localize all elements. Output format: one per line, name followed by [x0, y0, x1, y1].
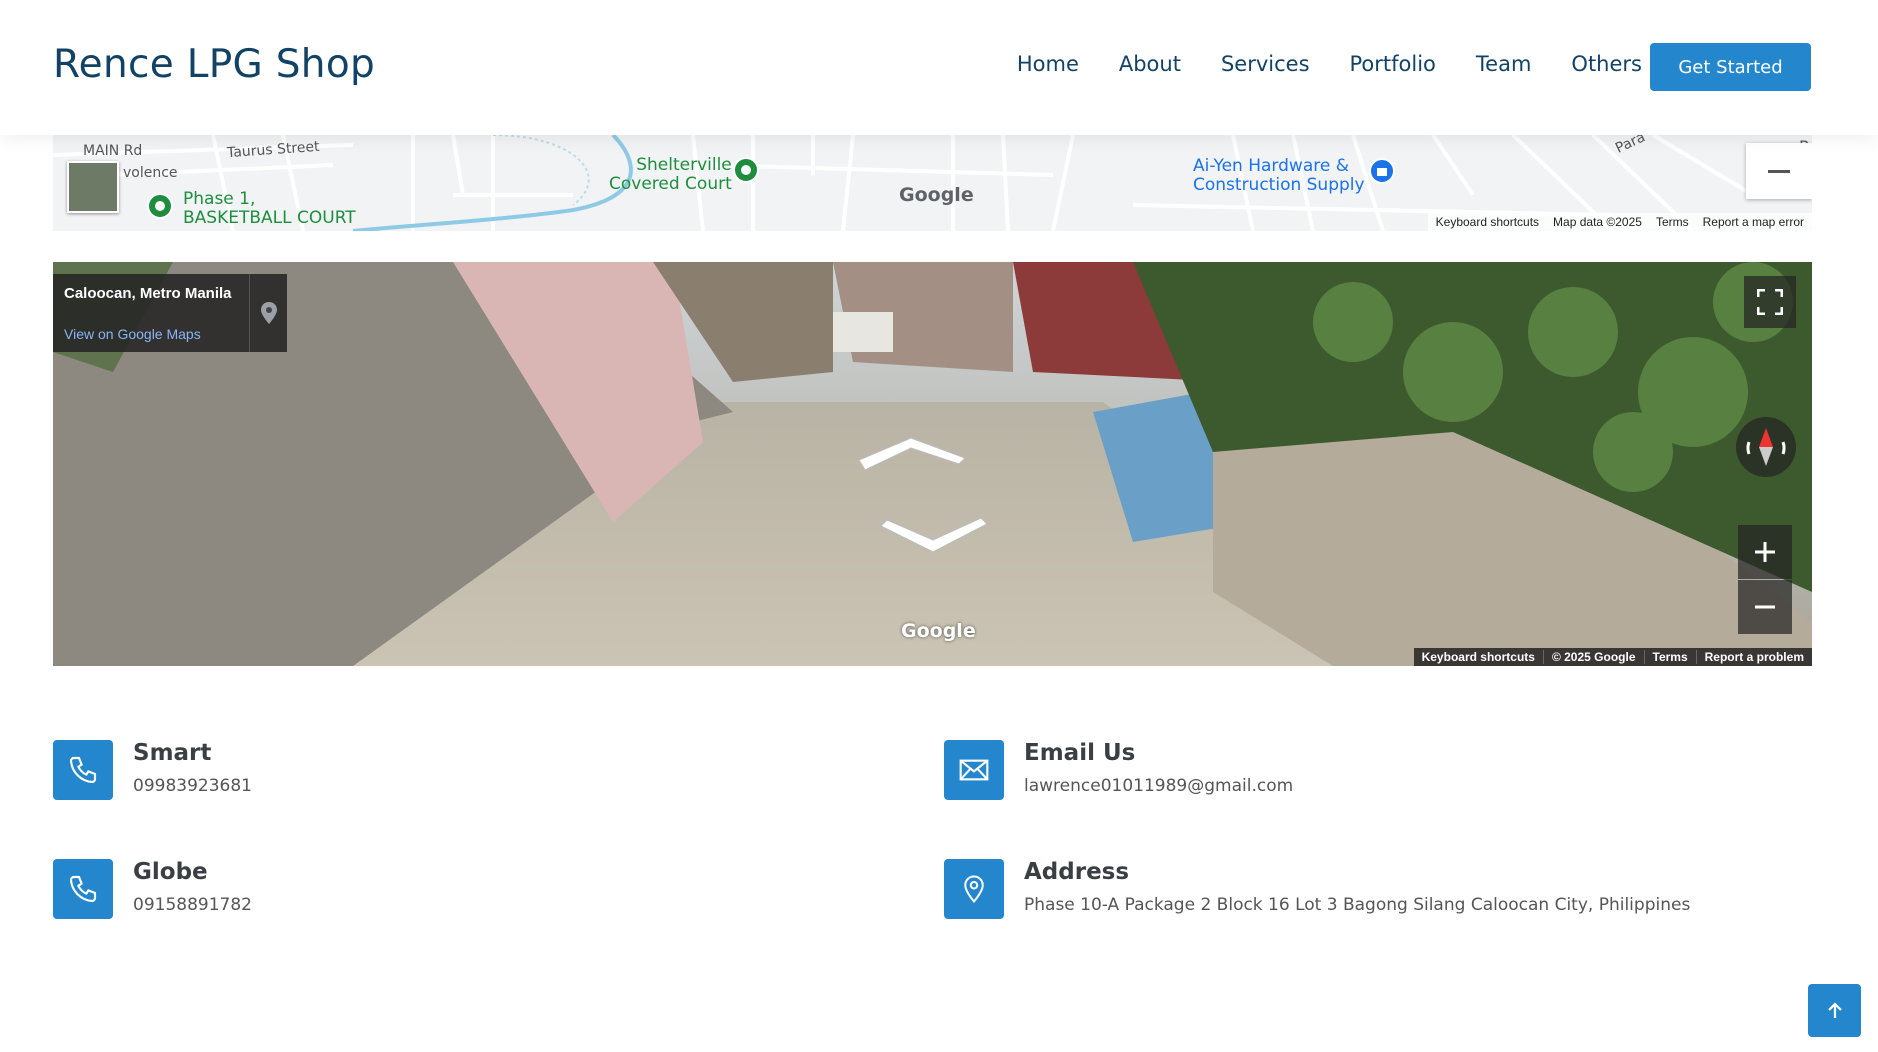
map-pin-icon	[944, 859, 1004, 919]
keyboard-shortcuts-link[interactable]: Keyboard shortcuts	[1414, 650, 1543, 664]
street-view-image	[53, 262, 1812, 666]
terms-link[interactable]: Terms	[1643, 650, 1696, 664]
terms-link[interactable]: Terms	[1656, 215, 1689, 229]
street-view-info-card: Caloocan, Metro Manila View on Google Ma…	[53, 274, 287, 352]
google-logo: Google	[899, 184, 974, 206]
phone-icon	[53, 859, 113, 919]
minus-icon	[1768, 169, 1790, 173]
compass-icon	[1746, 428, 1786, 466]
nav-portfolio[interactable]: Portfolio	[1350, 52, 1436, 76]
map-data-text: Map data ©2025	[1553, 215, 1642, 229]
contact-smart: Smart 09983923681	[53, 740, 252, 800]
poi-label: Shelterville Covered Court	[609, 155, 732, 194]
arrow-up-icon	[1827, 1001, 1842, 1018]
satellite-toggle[interactable]	[67, 161, 119, 213]
zoom-in-button[interactable]	[1738, 525, 1792, 579]
map-pin-icon[interactable]	[249, 274, 287, 352]
nav-team[interactable]: Team	[1476, 52, 1532, 76]
phone-icon	[53, 740, 113, 800]
contact-globe: Globe 09158891782	[53, 859, 252, 919]
google-map-embed[interactable]: MAIN Rd Taurus Street volence Phase 1, B…	[53, 135, 1812, 231]
contact-title: Email Us	[1024, 740, 1136, 766]
site-header: Rence LPG Shop Home About Services Portf…	[0, 0, 1878, 135]
site-logo[interactable]: Rence LPG Shop	[53, 42, 375, 87]
map-pin-icon	[147, 193, 173, 219]
map-pin-icon	[733, 157, 759, 183]
fullscreen-icon	[1757, 289, 1783, 315]
nav-services[interactable]: Services	[1221, 52, 1310, 76]
nav-others-label: Others	[1571, 52, 1642, 76]
report-problem-link[interactable]: Report a problem	[1695, 650, 1812, 664]
contact-address: Address Phase 10-A Package 2 Block 16 Lo…	[944, 859, 1690, 919]
contact-title: Smart	[133, 740, 212, 766]
poi-label: Ai-Yen Hardware & Construction Supply	[1193, 156, 1365, 195]
street-view-place: Caloocan, Metro Manila	[64, 285, 232, 302]
keyboard-shortcuts-link[interactable]: Keyboard shortcuts	[1436, 215, 1539, 229]
contact-value: 09983923681	[133, 776, 252, 796]
back-to-top-button[interactable]	[1808, 984, 1861, 1037]
map-road-label: volence	[123, 165, 178, 181]
poi-label: Phase 1, BASKETBALL COURT	[183, 189, 356, 228]
contact-title: Globe	[133, 859, 208, 885]
copyright-text: © 2025 Google	[1542, 650, 1644, 664]
map-road-label: MAIN Rd	[83, 143, 143, 159]
map-zoom-out-button[interactable]	[1746, 143, 1812, 199]
compass-button[interactable]	[1736, 417, 1796, 477]
view-on-google-maps-link[interactable]: View on Google Maps	[64, 326, 201, 342]
zoom-out-button[interactable]	[1738, 580, 1792, 634]
street-view-attribution: Keyboard shortcuts © 2025 Google Terms R…	[1413, 648, 1812, 666]
plus-icon	[1755, 542, 1775, 562]
contact-value: 09158891782	[133, 895, 252, 915]
google-logo: Google	[901, 620, 976, 642]
nav-about[interactable]: About	[1119, 52, 1181, 76]
nav-home[interactable]: Home	[1017, 52, 1079, 76]
email-link[interactable]: lawrence01011989@gmail.com	[1024, 776, 1293, 796]
report-map-error-link[interactable]: Report a map error	[1703, 215, 1804, 229]
contact-value: Phase 10-A Package 2 Block 16 Lot 3 Bago…	[1024, 895, 1691, 915]
get-started-button[interactable]: Get Started	[1650, 43, 1811, 91]
main-nav: Home About Services Portfolio Team Other…	[1017, 52, 1664, 76]
street-view-embed[interactable]: Google Caloocan, Metro Manila View on Go…	[53, 262, 1812, 666]
envelope-icon	[944, 740, 1004, 800]
contact-email: Email Us lawrence01011989@gmail.com	[944, 740, 1293, 800]
contact-title: Address	[1024, 859, 1130, 885]
fullscreen-button[interactable]	[1744, 276, 1796, 328]
map-attribution: Keyboard shortcuts Map data ©2025 Terms …	[1427, 213, 1812, 231]
shopping-bag-icon	[1369, 158, 1395, 184]
minus-icon	[1755, 605, 1775, 609]
